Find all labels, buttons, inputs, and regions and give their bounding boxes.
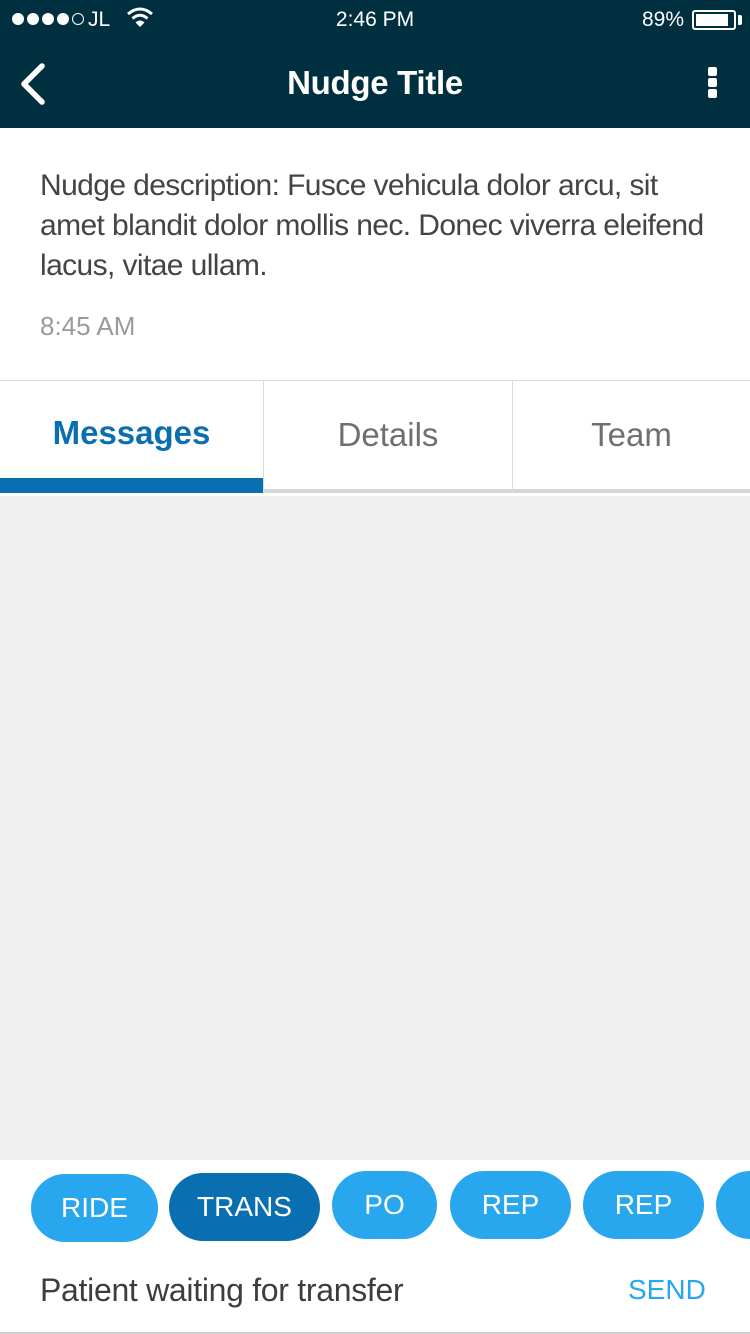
status-time: 2:46 PM <box>335 8 415 31</box>
tab-messages-label: Messages <box>52 413 211 451</box>
quick-reply-po[interactable]: PO <box>332 1171 437 1239</box>
tab-messages[interactable]: Messages <box>0 381 263 493</box>
tab-details-label: Details <box>337 416 439 453</box>
nudge-summary: Nudge description: Fusce vehicula dolor … <box>0 128 750 380</box>
more-vertical-icon <box>708 67 717 76</box>
quick-reply-label: REP <box>481 1189 540 1220</box>
tab-team[interactable]: Team <box>513 381 750 493</box>
chevron-left-icon <box>21 63 45 105</box>
battery-percent: 89% <box>641 8 684 31</box>
page-title: Nudge Title <box>287 64 463 101</box>
message-input[interactable]: Patient waiting for transfer <box>40 1272 404 1309</box>
app-header: JL 2:46 PM 89% Nudge Title <box>0 0 750 128</box>
battery-icon <box>692 10 736 30</box>
quick-reply-more[interactable] <box>716 1171 750 1239</box>
messages-list[interactable] <box>0 496 750 1160</box>
quick-reply-rep[interactable]: REP <box>583 1171 704 1239</box>
quick-reply-label: RIDE <box>61 1192 128 1223</box>
quick-reply-trans[interactable]: TRANS <box>169 1173 320 1241</box>
send-button[interactable]: SEND <box>628 1274 706 1306</box>
quick-reply-label: TRANS <box>197 1191 292 1222</box>
quick-reply-rep[interactable]: REP <box>450 1171 571 1239</box>
nudge-description: Nudge description: Fusce vehicula dolor … <box>40 169 704 282</box>
quick-reply-ride[interactable]: RIDE <box>31 1174 158 1242</box>
battery-tip <box>738 15 742 25</box>
more-options-button[interactable] <box>696 64 728 100</box>
back-button[interactable] <box>14 60 54 108</box>
tab-team-label: Team <box>591 416 672 453</box>
nudge-timestamp: 8:45 AM <box>40 311 136 341</box>
status-bar: JL 2:46 PM 89% <box>0 0 750 40</box>
quick-reply-label: PO <box>364 1189 405 1220</box>
quick-reply-label: REP <box>614 1189 673 1220</box>
tab-bar: Messages Details Team <box>0 380 750 496</box>
tab-details[interactable]: Details <box>264 381 512 493</box>
message-composer: RIDE TRANS PO REP REP Patient waiting fo… <box>0 1160 750 1334</box>
